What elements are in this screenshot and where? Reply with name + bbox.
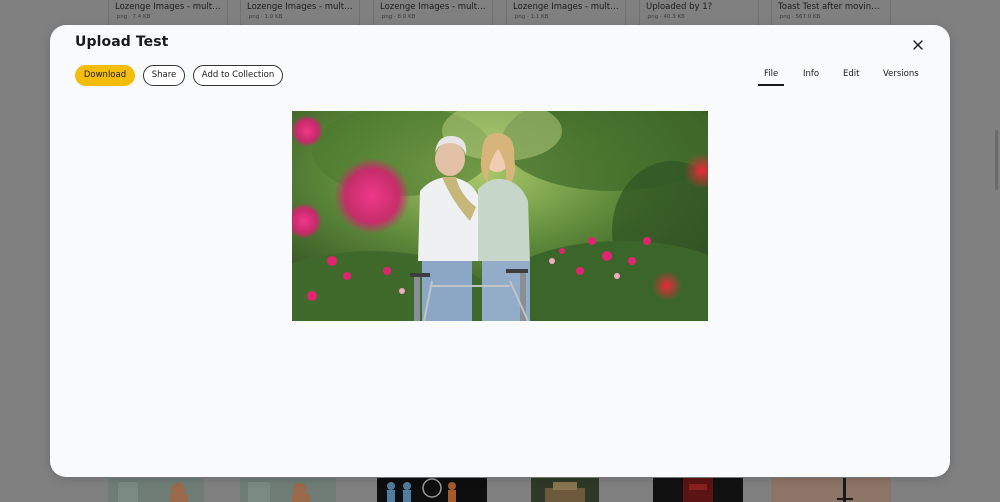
gallery-card-title: Toast Test after moving ...	[778, 2, 884, 12]
gallery-thumbnail	[531, 478, 599, 502]
close-button[interactable]	[910, 37, 926, 53]
gallery-card: Lozenge Images - multi... .png · 1.1 KB	[506, 0, 626, 26]
close-icon	[913, 40, 923, 50]
gallery-thumbnail	[240, 478, 336, 502]
gallery-card-title: Uploaded by 1?	[646, 2, 713, 12]
gallery-card: Lozenge Images - multi... .png · 7.4 KB	[108, 0, 228, 26]
tab-edit[interactable]: Edit	[843, 67, 859, 81]
page-scrollbar[interactable]	[995, 130, 998, 190]
share-button[interactable]: Share	[143, 65, 185, 86]
gallery-card-meta: .png · 1.0 KB	[247, 14, 283, 20]
tab-versions[interactable]: Versions	[883, 67, 919, 81]
file-detail-modal: Upload Test Download Share Add to Collec…	[50, 25, 950, 477]
photo-preview-image	[292, 111, 708, 321]
gallery-card: Lozenge Images - multi... .png · 8.0 KB	[373, 0, 493, 26]
gallery-card: Lozenge Images - multi... .png · 1.0 KB	[240, 0, 360, 26]
tab-info[interactable]: Info	[803, 67, 819, 81]
gallery-card-meta: .png · 8.0 KB	[380, 14, 416, 20]
gallery-card-title: Lozenge Images - multi...	[513, 2, 619, 12]
gallery-card-title: Lozenge Images - multi...	[247, 2, 353, 12]
add-to-collection-button[interactable]: Add to Collection	[193, 65, 283, 86]
modal-title: Upload Test	[75, 34, 169, 50]
gallery-card-title: Lozenge Images - multi...	[115, 2, 221, 12]
gallery-thumbnail	[771, 478, 891, 502]
gallery-card-meta: .png · 7.4 KB	[115, 14, 151, 20]
tab-file[interactable]: File	[757, 67, 785, 86]
gallery-card: Toast Test after moving ... .png · 567.0…	[771, 0, 891, 26]
gallery-card-meta: .png · 40.3 KB	[646, 14, 685, 20]
gallery-card: Uploaded by 1? .png · 40.3 KB	[639, 0, 759, 26]
gallery-thumbnail	[108, 478, 204, 502]
download-button[interactable]: Download	[75, 65, 135, 86]
gallery-card-meta: .png · 567.0 KB	[778, 14, 821, 20]
gallery-card-title: Lozenge Images - multi...	[380, 2, 486, 12]
gallery-thumbnail	[653, 478, 743, 502]
gallery-thumbnail	[377, 478, 487, 502]
gallery-card-meta: .png · 1.1 KB	[513, 14, 549, 20]
photo-preview	[292, 111, 708, 321]
